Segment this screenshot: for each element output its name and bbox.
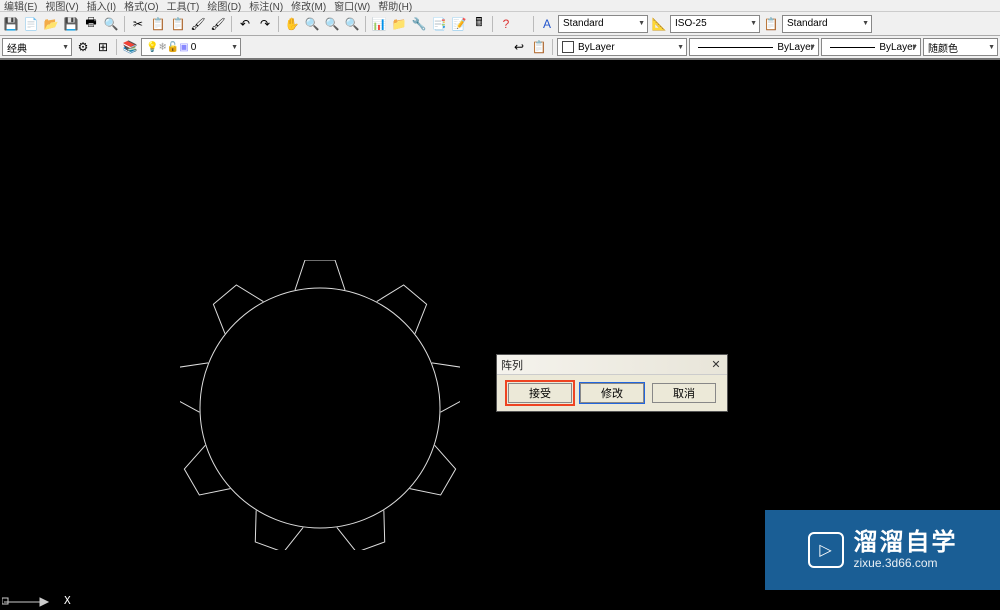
layer-prev-icon[interactable]: ↩ — [510, 38, 528, 56]
layer-state-dropdown[interactable]: 💡❄🔓▣ 0 ▼ — [141, 38, 241, 56]
new-icon[interactable]: 📄 — [22, 15, 40, 33]
cancel-button[interactable]: 取消 — [652, 383, 716, 403]
play-icon: ▷ — [808, 532, 844, 568]
dialog-title-text: 阵列 — [501, 357, 523, 373]
chevron-down-icon: ▼ — [862, 20, 869, 27]
chevron-down-icon: ▼ — [677, 44, 684, 51]
lineweight-dropdown[interactable]: ByLayer ▼ — [821, 38, 921, 56]
workspace-save-icon[interactable]: ⊞ — [94, 38, 112, 56]
chevron-down-icon: ▼ — [231, 44, 238, 51]
color-dropdown[interactable]: ByLayer ▼ — [557, 38, 687, 56]
menu-bar: 编辑(E) 视图(V) 插入(I) 格式(O) 工具(T) 绘图(D) 标注(N… — [0, 0, 1000, 12]
brush-icon[interactable]: 🖌 — [209, 15, 227, 33]
workspace-dropdown[interactable]: 经典 ▼ — [2, 38, 72, 56]
toolbar-layers: 经典 ▼ ⚙ ⊞ 📚 💡❄🔓▣ 0 ▼ ↩ 📋 ByLayer ▼ ByLaye… — [0, 36, 1000, 60]
text-style-icon[interactable]: A — [538, 15, 556, 33]
modify-button[interactable]: 修改 — [580, 383, 644, 403]
menu-dimension[interactable]: 标注(N) — [249, 0, 283, 13]
zoom-prev-icon[interactable]: 🔍 — [343, 15, 361, 33]
layer-states-icon[interactable]: 📋 — [530, 38, 548, 56]
text-style-dropdown[interactable]: Standard ▼ — [558, 15, 648, 33]
watermark: ▷ 溜溜自学 zixue.3d66.com — [765, 510, 1000, 590]
dim-style-value: ISO-25 — [675, 18, 707, 29]
chevron-down-icon: ▼ — [911, 44, 918, 51]
separator — [492, 16, 493, 32]
watermark-url: zixue.3d66.com — [854, 557, 958, 570]
workspace-value: 经典 — [7, 40, 27, 55]
separator — [365, 16, 366, 32]
chevron-down-icon: ▼ — [638, 20, 645, 27]
drawing-canvas[interactable]: 阵列 ✕ 接受 修改 取消 ▷ 溜溜自学 zixue.3d66.com X — [0, 60, 1000, 610]
close-icon[interactable]: ✕ — [709, 358, 723, 372]
color-swatch-icon — [562, 41, 574, 53]
table-style-icon[interactable]: 📋 — [762, 15, 780, 33]
paste-icon[interactable]: 📋 — [169, 15, 187, 33]
copy-icon[interactable]: 📋 — [149, 15, 167, 33]
ucs-icon: X — [2, 588, 62, 608]
dim-style-dropdown[interactable]: ISO-25 ▼ — [670, 15, 760, 33]
chevron-down-icon: ▼ — [750, 20, 757, 27]
accept-button[interactable]: 接受 — [508, 383, 572, 403]
plot-style-value: 随颜色 — [928, 40, 958, 55]
cut-icon[interactable]: ✂ — [129, 15, 147, 33]
match-icon[interactable]: 🖌 — [189, 15, 207, 33]
dialog-body: 接受 修改 取消 — [497, 375, 727, 411]
text-style-value: Standard — [563, 18, 604, 29]
zoom-rt-icon[interactable]: 🔍 — [303, 15, 321, 33]
layer-state-value: 0 — [191, 42, 197, 53]
table-style-dropdown[interactable]: Standard ▼ — [782, 15, 872, 33]
separator — [278, 16, 279, 32]
workspace-settings-icon[interactable]: ⚙ — [74, 38, 92, 56]
undo-icon[interactable]: ↶ — [236, 15, 254, 33]
separator — [124, 16, 125, 32]
layer-manager-icon[interactable]: 📚 — [121, 38, 139, 56]
open-icon[interactable]: 📂 — [42, 15, 60, 33]
calc-icon[interactable]: 🖩 — [470, 15, 488, 33]
chevron-down-icon: ▼ — [62, 44, 69, 51]
lineweight-preview — [830, 47, 875, 48]
menu-window[interactable]: 窗口(W) — [334, 0, 370, 13]
menu-draw[interactable]: 绘图(D) — [207, 0, 241, 13]
print-icon[interactable]: 🖶 — [82, 15, 100, 33]
tool-palette-icon[interactable]: 🔧 — [410, 15, 428, 33]
plot-style-dropdown[interactable]: 随颜色 ▼ — [923, 38, 998, 56]
sheet-set-icon[interactable]: 📑 — [430, 15, 448, 33]
menu-format[interactable]: 格式(O) — [124, 0, 158, 13]
color-value: ByLayer — [578, 42, 615, 53]
toolbar-main: 💾 📄 📂 💾 🖶 🔍 ✂ 📋 📋 🖌 🖌 ↶ ↷ ✋ 🔍 🔍 🔍 📊 📁 🔧 … — [0, 12, 1000, 36]
chevron-down-icon: ▼ — [809, 44, 816, 51]
dim-style-icon[interactable]: 📐 — [650, 15, 668, 33]
separator — [552, 39, 553, 55]
menu-edit[interactable]: 编辑(E) — [4, 0, 37, 13]
dialog-titlebar[interactable]: 阵列 ✕ — [497, 355, 727, 375]
menu-modify[interactable]: 修改(M) — [291, 0, 326, 13]
zoom-window-icon[interactable]: 🔍 — [323, 15, 341, 33]
markup-icon[interactable]: 📝 — [450, 15, 468, 33]
menu-tools[interactable]: 工具(T) — [167, 0, 200, 13]
linetype-preview — [698, 47, 773, 48]
separator — [231, 16, 232, 32]
properties-icon[interactable]: 📊 — [370, 15, 388, 33]
preview-icon[interactable]: 🔍 — [102, 15, 120, 33]
menu-insert[interactable]: 插入(I) — [87, 0, 116, 13]
design-center-icon[interactable]: 📁 — [390, 15, 408, 33]
help-icon[interactable]: ? — [497, 15, 515, 33]
redo-icon[interactable]: ↷ — [256, 15, 274, 33]
array-dialog: 阵列 ✕ 接受 修改 取消 — [496, 354, 728, 412]
separator — [533, 16, 534, 32]
save2-icon[interactable]: 💾 — [62, 15, 80, 33]
linetype-dropdown[interactable]: ByLayer ▼ — [689, 38, 819, 56]
watermark-title: 溜溜自学 — [854, 530, 958, 556]
gear-drawing — [180, 260, 460, 550]
table-style-value: Standard — [787, 18, 828, 29]
separator — [116, 39, 117, 55]
chevron-down-icon: ▼ — [988, 44, 995, 51]
ucs-x-label: X — [64, 594, 71, 607]
pan-icon[interactable]: ✋ — [283, 15, 301, 33]
menu-help[interactable]: 帮助(H) — [378, 0, 412, 13]
menu-view[interactable]: 视图(V) — [45, 0, 78, 13]
save-icon[interactable]: 💾 — [2, 15, 20, 33]
